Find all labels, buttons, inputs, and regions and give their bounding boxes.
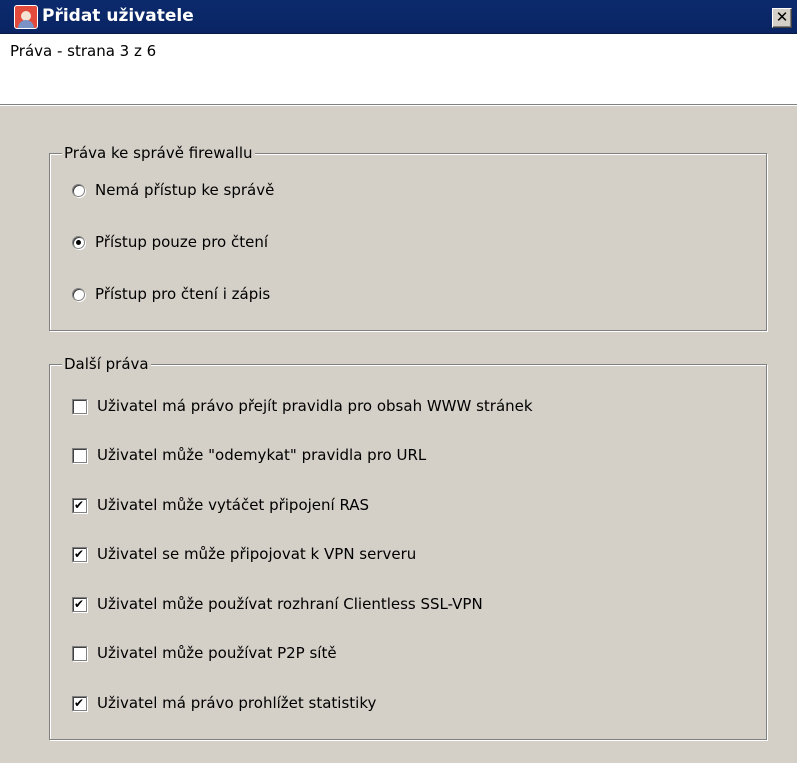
radio-button[interactable] bbox=[72, 287, 85, 301]
checkbox-label[interactable]: Uživatel může vytáčet připojení RAS bbox=[97, 496, 369, 514]
app-icon-body bbox=[18, 20, 34, 28]
checkbox-www-override[interactable]: Uživatel má právo přejít pravidla pro ob… bbox=[72, 394, 533, 418]
window-title: Přidat uživatele bbox=[42, 6, 194, 26]
checkbox-p2p[interactable]: Uživatel může používat P2P sítě bbox=[72, 641, 337, 665]
page-subtitle: Práva - strana 3 z 6 bbox=[10, 42, 157, 60]
radio-label[interactable]: Přístup pro čtení i zápis bbox=[95, 285, 270, 303]
other-rights-group: Další práva Uživatel má právo přejít pra… bbox=[49, 354, 767, 740]
checkbox-clientless-ssl-vpn[interactable]: Uživatel může používat rozhraní Clientle… bbox=[72, 592, 483, 616]
group-legend: Práva ke správě firewallu bbox=[62, 143, 255, 163]
header-divider-highlight bbox=[0, 105, 797, 106]
add-user-dialog: Přidat uživatele ✕ Práva - strana 3 z 6 … bbox=[0, 0, 797, 763]
checkbox-ras-dial[interactable]: Uživatel může vytáčet připojení RAS bbox=[72, 493, 369, 517]
checkbox-checked[interactable] bbox=[72, 596, 87, 612]
radio-button-selected[interactable] bbox=[72, 235, 85, 249]
checkbox-checked[interactable] bbox=[72, 497, 87, 513]
radio-no-access[interactable]: Nemá přístup ke správě bbox=[72, 178, 274, 202]
checkbox[interactable] bbox=[72, 447, 87, 463]
checkbox-checked[interactable] bbox=[72, 695, 87, 711]
checkbox-checked[interactable] bbox=[72, 546, 87, 562]
checkbox[interactable] bbox=[72, 645, 87, 661]
close-button[interactable]: ✕ bbox=[772, 8, 792, 28]
checkbox-label[interactable]: Uživatel má právo prohlížet statistiky bbox=[97, 694, 376, 712]
checkbox-label[interactable]: Uživatel má právo přejít pravidla pro ob… bbox=[97, 397, 533, 415]
group-legend: Další práva bbox=[62, 354, 151, 374]
checkbox[interactable] bbox=[72, 398, 87, 414]
checkbox-vpn-connect[interactable]: Uživatel se může připojovat k VPN server… bbox=[72, 542, 416, 566]
checkbox-label[interactable]: Uživatel může používat P2P sítě bbox=[97, 644, 337, 662]
radio-button[interactable] bbox=[72, 183, 85, 197]
wizard-header: Práva - strana 3 z 6 bbox=[0, 34, 797, 104]
checkbox-view-stats[interactable]: Uživatel má právo prohlížet statistiky bbox=[72, 691, 376, 715]
close-icon: ✕ bbox=[775, 8, 789, 26]
radio-read-only[interactable]: Přístup pouze pro čtení bbox=[72, 230, 268, 254]
title-bar[interactable]: Přidat uživatele ✕ bbox=[0, 0, 797, 34]
radio-label[interactable]: Nemá přístup ke správě bbox=[95, 181, 274, 199]
radio-read-write[interactable]: Přístup pro čtení i zápis bbox=[72, 282, 270, 306]
radio-label[interactable]: Přístup pouze pro čtení bbox=[95, 233, 268, 251]
firewall-rights-group: Práva ke správě firewallu Nemá přístup k… bbox=[49, 143, 767, 331]
add-user-app-icon bbox=[14, 5, 38, 29]
checkbox-unlock-url[interactable]: Uživatel může "odemykat" pravidla pro UR… bbox=[72, 443, 426, 467]
checkbox-label[interactable]: Uživatel se může připojovat k VPN server… bbox=[97, 545, 416, 563]
checkbox-label[interactable]: Uživatel může používat rozhraní Clientle… bbox=[97, 595, 483, 613]
checkbox-label[interactable]: Uživatel může "odemykat" pravidla pro UR… bbox=[97, 446, 426, 464]
